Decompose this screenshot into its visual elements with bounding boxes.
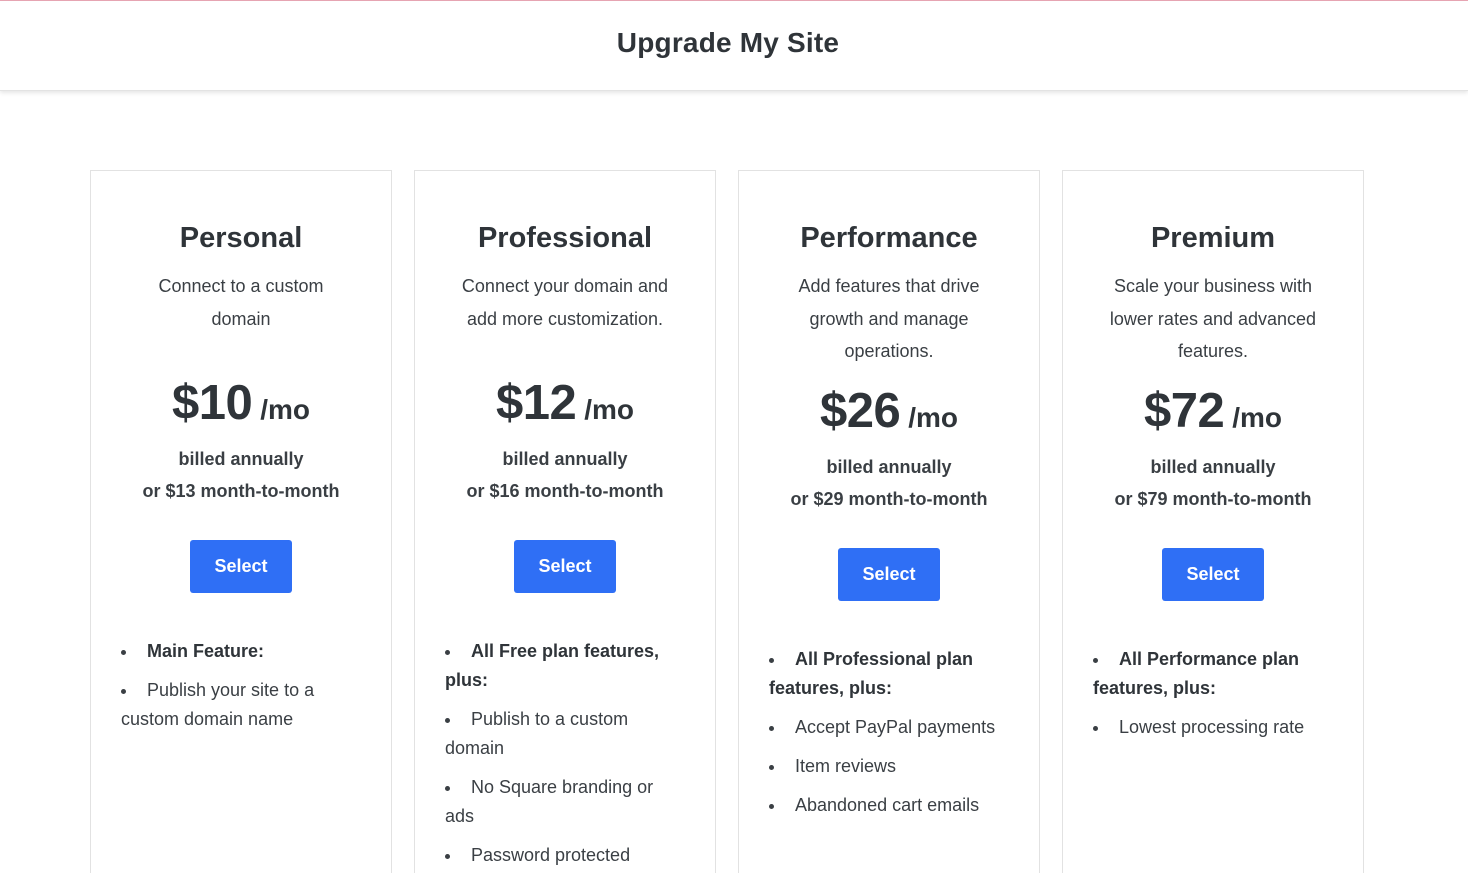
- plan-description: Connect your domain and add more customi…: [461, 276, 669, 329]
- price-unit: /mo: [260, 394, 311, 425]
- plan-description: Scale your business with lower rates and…: [1109, 276, 1317, 361]
- plan-name: Personal: [179, 222, 303, 254]
- page-header: Upgrade My Site: [0, 1, 1468, 91]
- price-unit: /mo: [584, 394, 635, 425]
- plan-price: $10/mo: [121, 375, 361, 431]
- feature-item: Publish to a custom domain: [445, 705, 685, 763]
- price-amount: $12: [495, 376, 577, 430]
- billing-info: billed annually or $79 month-to-month: [1093, 451, 1333, 515]
- price-unit: /mo: [908, 402, 959, 433]
- price-amount: $72: [1143, 384, 1225, 438]
- feature-item: Main Feature:: [121, 637, 361, 666]
- feature-list: All Free plan features, plus: Publish to…: [445, 637, 685, 870]
- billing-annual: billed annually: [502, 449, 628, 469]
- billing-monthly: or $13 month-to-month: [142, 481, 340, 501]
- billing-info: billed annually or $13 month-to-month: [121, 443, 361, 507]
- price-amount: $26: [819, 384, 901, 438]
- plan-name: Professional: [477, 222, 653, 254]
- billing-monthly: or $79 month-to-month: [1114, 489, 1312, 509]
- plan-card-professional: Professional Connect your domain and add…: [414, 170, 716, 873]
- feature-item: Password protected: [445, 841, 685, 870]
- feature-item: Lowest processing rate: [1093, 713, 1333, 742]
- feature-item: Accept PayPal payments: [769, 713, 1009, 742]
- plan-price: $72/mo: [1093, 383, 1333, 439]
- feature-list: All Professional plan features, plus: Ac…: [769, 645, 1009, 820]
- feature-item: Publish your site to a custom domain nam…: [121, 676, 361, 734]
- billing-annual: billed annually: [178, 449, 304, 469]
- billing-info: billed annually or $16 month-to-month: [445, 443, 685, 507]
- billing-annual: billed annually: [1150, 457, 1276, 477]
- plan-price: $12/mo: [445, 375, 685, 431]
- feature-item: Item reviews: [769, 752, 1009, 781]
- feature-item: All Performance plan features, plus:: [1093, 645, 1333, 703]
- select-professional-button[interactable]: Select: [514, 540, 616, 593]
- price-amount: $10: [171, 376, 253, 430]
- feature-item: Abandoned cart emails: [769, 791, 1009, 820]
- plan-description: Add features that drive growth and manag…: [798, 276, 980, 361]
- plan-card-personal: Personal Connect to a custom domain $10/…: [90, 170, 392, 873]
- billing-monthly: or $29 month-to-month: [790, 489, 988, 509]
- feature-list: Main Feature: Publish your site to a cus…: [121, 637, 361, 734]
- plan-card-premium: Premium Scale your business with lower r…: [1062, 170, 1364, 873]
- upgrade-page: Upgrade My Site Personal Connect to a cu…: [0, 0, 1468, 873]
- billing-monthly: or $16 month-to-month: [466, 481, 664, 501]
- select-performance-button[interactable]: Select: [838, 548, 940, 601]
- plan-name: Performance: [800, 222, 978, 254]
- billing-annual: billed annually: [826, 457, 952, 477]
- plan-description: Connect to a custom domain: [158, 276, 324, 329]
- select-premium-button[interactable]: Select: [1162, 548, 1264, 601]
- select-personal-button[interactable]: Select: [190, 540, 292, 593]
- page-title: Upgrade My Site: [616, 27, 840, 58]
- feature-list: All Performance plan features, plus: Low…: [1093, 645, 1333, 742]
- price-unit: /mo: [1232, 402, 1283, 433]
- feature-item: All Free plan features, plus:: [445, 637, 685, 695]
- plan-price: $26/mo: [769, 383, 1009, 439]
- plan-card-performance: Performance Add features that drive grow…: [738, 170, 1040, 873]
- feature-item: All Professional plan features, plus:: [769, 645, 1009, 703]
- feature-item: No Square branding or ads: [445, 773, 685, 831]
- billing-info: billed annually or $29 month-to-month: [769, 451, 1009, 515]
- plan-name: Premium: [1150, 222, 1276, 254]
